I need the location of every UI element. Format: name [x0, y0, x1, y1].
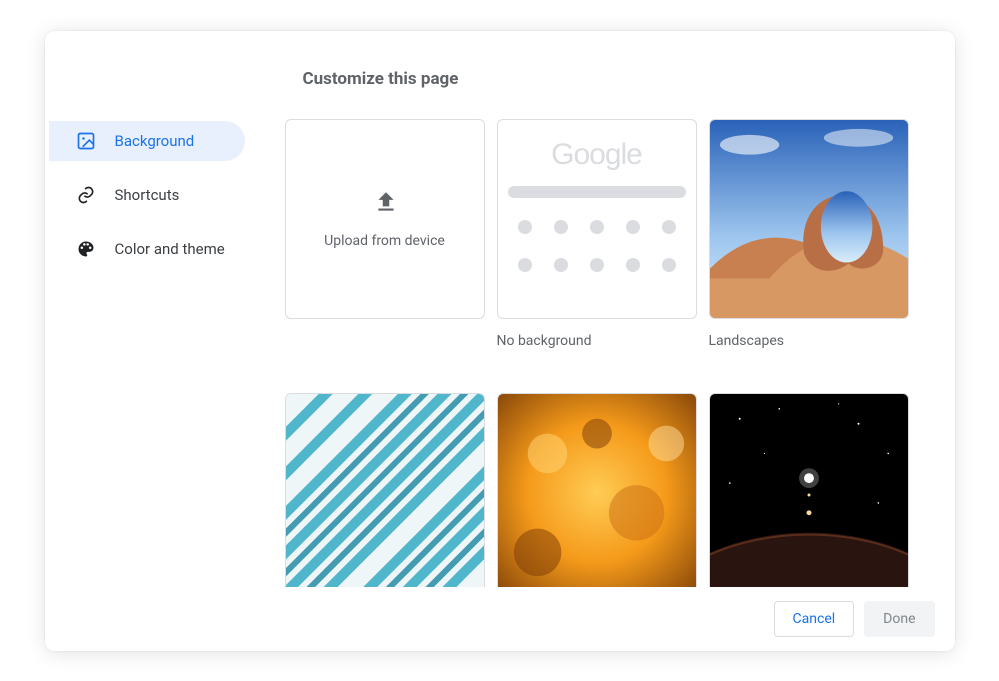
sidebar-item-label: Shortcuts: [115, 186, 180, 204]
customize-dialog: Background Shortcuts Color and theme: [45, 31, 955, 651]
tile-category-3[interactable]: [709, 393, 909, 587]
no-background-box: Google: [497, 119, 697, 319]
upload-icon: [373, 189, 397, 213]
tile-label: Landscapes: [709, 333, 909, 349]
tile-category-1[interactable]: [285, 393, 485, 587]
palette-icon: [75, 238, 97, 260]
sidebar-item-color-theme[interactable]: Color and theme: [49, 229, 245, 269]
tile-label: No background: [497, 333, 697, 349]
upload-box: Upload from device: [285, 119, 485, 319]
tile-upload[interactable]: Upload from device: [285, 119, 485, 349]
sidebar: Background Shortcuts Color and theme: [45, 31, 285, 587]
main-panel: Customize this page Upload from device: [285, 31, 955, 587]
category-2-thumb: [497, 393, 697, 587]
tile-category-2[interactable]: [497, 393, 697, 587]
dialog-footer: Cancel Done: [45, 587, 955, 651]
tile-grid: Upload from device Google No back: [285, 119, 941, 587]
tile-no-background[interactable]: Google No background: [497, 119, 697, 349]
shortcut-dots-placeholder: [518, 220, 676, 272]
sidebar-item-label: Color and theme: [115, 240, 225, 258]
cancel-button[interactable]: Cancel: [774, 601, 855, 637]
search-bar-placeholder: [508, 186, 686, 198]
done-button[interactable]: Done: [864, 601, 934, 637]
sidebar-item-label: Background: [115, 132, 195, 150]
background-icon: [75, 130, 97, 152]
landscapes-thumb: [709, 119, 909, 319]
dialog-body: Background Shortcuts Color and theme: [45, 31, 955, 587]
sidebar-item-background[interactable]: Background: [49, 121, 245, 161]
link-icon: [75, 184, 97, 206]
google-logo-placeholder: Google: [551, 138, 642, 172]
tile-grid-scroll[interactable]: Upload from device Google No back: [285, 119, 955, 587]
sidebar-item-shortcuts[interactable]: Shortcuts: [49, 175, 245, 215]
page-title: Customize this page: [303, 69, 955, 89]
category-1-thumb: [285, 393, 485, 587]
tile-landscapes[interactable]: Landscapes: [709, 119, 909, 349]
category-3-thumb: [709, 393, 909, 587]
upload-label: Upload from device: [324, 233, 445, 249]
